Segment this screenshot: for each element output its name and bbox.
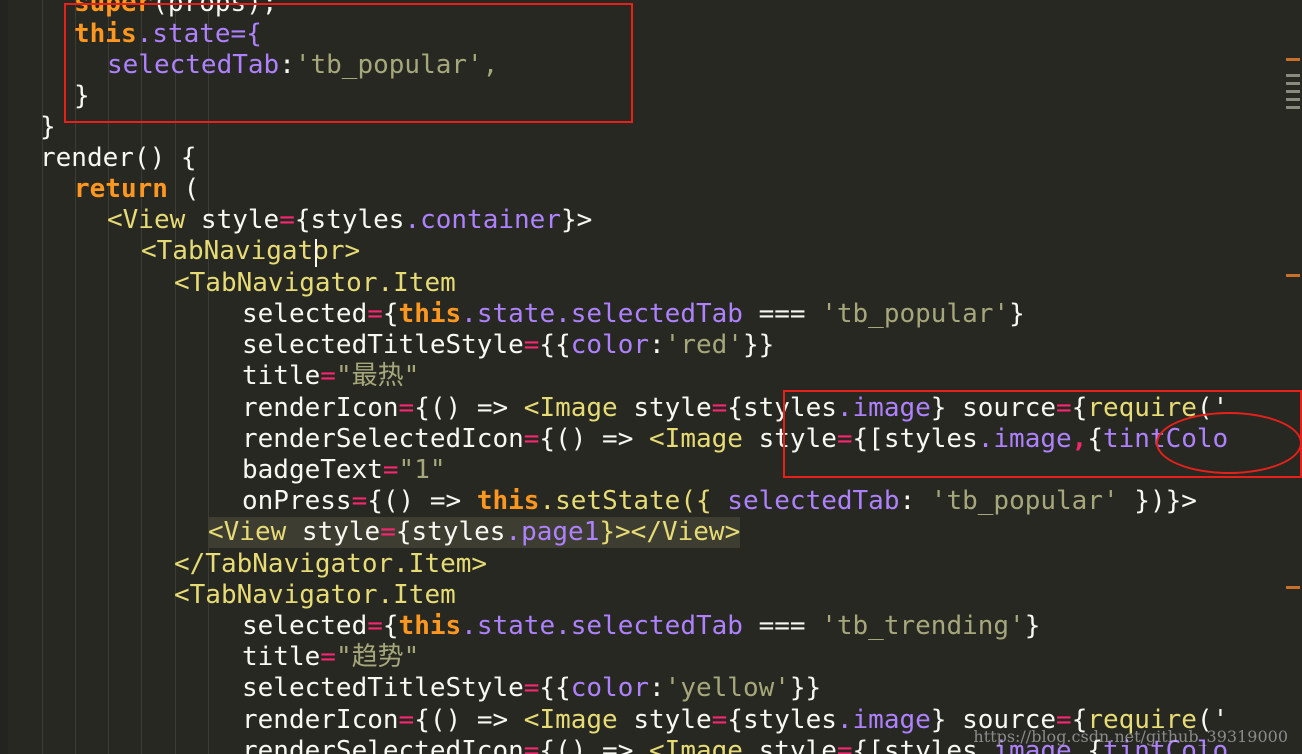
minimap-marker <box>1286 90 1300 93</box>
code-line: this.state={ <box>74 19 262 49</box>
editor-gutter <box>0 0 8 754</box>
code-line: } <box>74 81 90 111</box>
minimap-marker <box>1286 106 1300 109</box>
watermark: https://blog.csdn.net/github_39319000 <box>973 727 1288 746</box>
code-line: return ( <box>74 174 200 204</box>
code-line: onPress={() => this.setState({ selectedT… <box>242 486 1197 516</box>
minimap-marker <box>1286 82 1300 85</box>
indent-guide <box>208 0 209 754</box>
code-editor[interactable]: super(props); this.state={ selectedTab:'… <box>0 0 1302 754</box>
code-line: title="趋势" <box>242 642 420 672</box>
code-line: selectedTitleStyle={{color:'red'}} <box>242 330 775 360</box>
code-line: selected={this.state.selectedTab === 'tb… <box>242 611 1041 641</box>
indent-guide <box>108 0 109 754</box>
code-line: render() { <box>40 143 197 173</box>
code-line: selectedTab:'tb_popular', <box>107 50 499 80</box>
minimap-marker <box>1286 586 1300 589</box>
indent-guide <box>75 0 76 754</box>
text-cursor <box>315 239 317 267</box>
code-line: title="最热" <box>242 361 420 391</box>
code-line: <TabNavigator.Item <box>174 268 456 298</box>
code-line: super(props); <box>74 0 278 18</box>
code-line: <TabNavigator.Item <box>174 580 456 610</box>
code-line: <View style={styles.container}> <box>107 205 593 235</box>
minimap-marker <box>1286 98 1300 101</box>
code-line: <View style={styles.page1}></View> <box>208 517 741 548</box>
code-line: badgeText="1" <box>242 455 446 485</box>
code-line: } <box>40 112 56 142</box>
code-line: renderSelectedIcon={() => <Image style={… <box>242 424 1229 454</box>
minimap-marker <box>1286 74 1300 77</box>
code-line: selectedTitleStyle={{color:'yellow'}} <box>242 673 822 703</box>
code-line: selected={this.state.selectedTab === 'tb… <box>242 299 1025 329</box>
minimap-marker <box>1286 274 1300 277</box>
indent-guide <box>175 0 176 754</box>
code-line: <TabNavigator> <box>141 236 361 266</box>
minimap-marker <box>1286 58 1300 61</box>
code-line: </TabNavigator.Item> <box>174 549 488 579</box>
indent-guide <box>141 0 142 754</box>
code-line: renderIcon={() => <Image style={styles.i… <box>242 393 1229 423</box>
